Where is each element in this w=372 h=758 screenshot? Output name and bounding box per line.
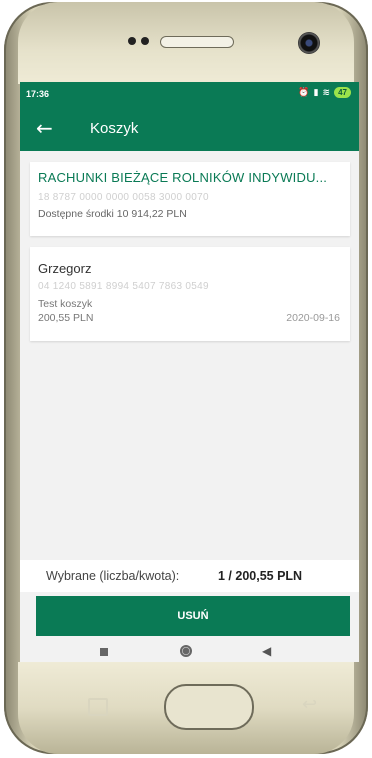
home-button[interactable] [164,684,254,730]
transfer-recipient: Grzegorz [38,261,92,276]
summary-label: Wybrane (liczba/kwota): [46,569,180,583]
back-key-icon[interactable]: ↩ [302,694,317,715]
front-camera [298,32,320,54]
delete-button[interactable]: USUŃ [36,596,350,636]
status-icons: ⏰ ▮ ≋ 47 [298,87,351,98]
battery-icon: 47 [334,87,351,98]
wifi-icon: ≋ [322,87,331,98]
account-name: RACHUNKI BIEŻĄCE ROLNIKÓW INDYWIDU... [38,170,328,185]
account-card[interactable]: RACHUNKI BIEŻĄCE ROLNIKÓW INDYWIDU... 18… [30,162,350,236]
alarm-icon: ⏰ [298,87,310,98]
transfer-title: Test koszyk [38,298,93,310]
system-nav-bar: ◀ [20,640,359,662]
app-bar: ← Koszyk [20,106,359,151]
selection-summary: Wybrane (liczba/kwota): 1 / 200,55 PLN [20,560,359,592]
recent-apps-icon[interactable] [100,648,108,656]
earpiece-speaker [160,36,234,48]
back-arrow-icon[interactable]: ← [36,116,53,140]
home-icon[interactable] [180,645,192,657]
transfer-card[interactable]: Grzegorz 04 1240 5891 8994 5407 7863 054… [30,247,350,341]
transfer-amount: 200,55 PLN [38,312,94,324]
summary-value: 1 / 200,55 PLN [218,569,303,583]
sensor-dots [128,37,149,45]
screen: 17:36 ⏰ ▮ ≋ 47 ← Koszyk RACHUNKI BIEŻĄCE… [20,82,359,660]
available-funds: Dostępne środki 10 914,22 PLN [38,208,187,220]
back-triangle-icon[interactable]: ◀ [262,644,271,658]
phone-bottom-bezel: ↩ [18,662,354,754]
recent-apps-key-icon[interactable] [88,698,108,716]
transfer-account: 04 1240 5891 8994 5407 7863 0549 [38,281,209,292]
page-title: Koszyk [90,120,139,137]
status-bar: 17:36 ⏰ ▮ ≋ 47 [20,82,359,106]
status-time: 17:36 [26,89,50,99]
phone-top-bezel [18,2,354,84]
account-number: 18 8787 0000 0000 0058 3000 0070 [38,192,209,203]
signal-icon: ▮ [313,87,319,98]
transfer-date: 2020-09-16 [286,312,340,324]
